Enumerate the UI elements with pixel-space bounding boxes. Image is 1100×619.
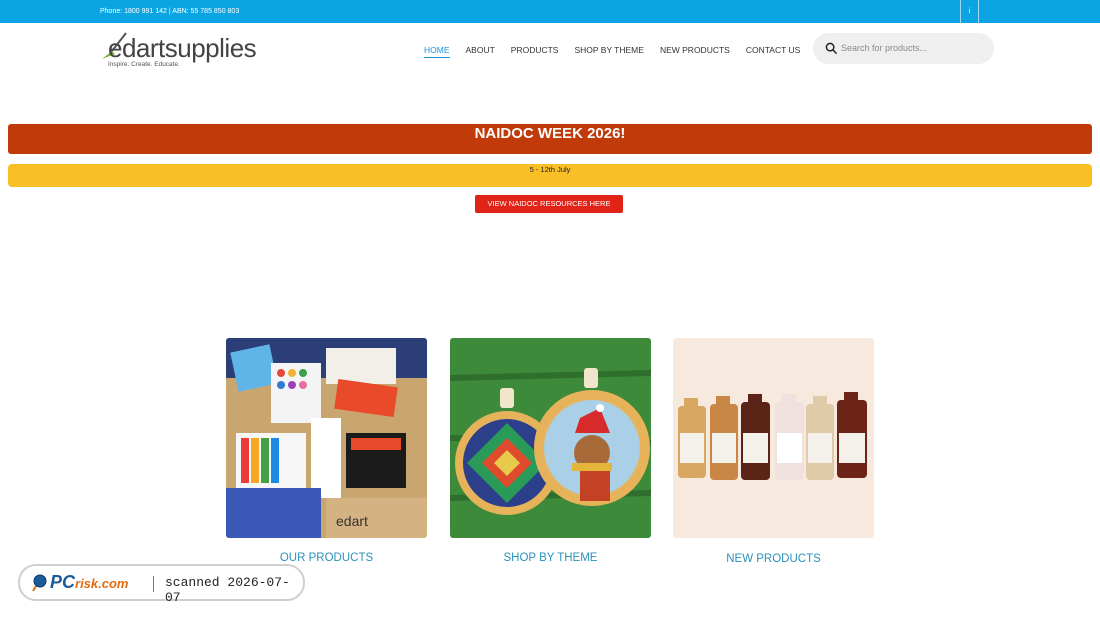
new-products-link[interactable]: NEW PRODUCTS bbox=[673, 553, 874, 565]
social-icon[interactable]: i bbox=[960, 0, 979, 23]
nav-shop-by-theme[interactable]: SHOP BY THEME bbox=[574, 45, 643, 58]
top-bar: Phone: 1800 991 142 | ABN: 55 785 850 80… bbox=[0, 0, 1100, 23]
search-box[interactable] bbox=[813, 33, 994, 64]
nav-home[interactable]: HOME bbox=[424, 45, 450, 58]
scan-date: scanned 2026-07-07 bbox=[165, 575, 290, 605]
naidoc-title-banner: NAIDOC WEEK 2026! bbox=[8, 124, 1092, 154]
contact-info: Phone: 1800 991 142 | ABN: 55 785 850 80… bbox=[100, 8, 240, 15]
search-icon[interactable] bbox=[825, 42, 838, 55]
naidoc-dates: 5 - 12th July bbox=[529, 165, 571, 174]
naidoc-dates-banner: 5 - 12th July bbox=[8, 164, 1092, 187]
shop-by-theme-image[interactable] bbox=[450, 338, 651, 538]
card-our-products[interactable]: edart OUR PRODUCTS bbox=[226, 338, 427, 564]
site-header: edartsupplies Inspire. Create. Educate. … bbox=[0, 23, 1100, 78]
pcrisk-watermark: PCrisk.com scanned 2026-07-07 bbox=[18, 564, 305, 605]
card-new-products[interactable]: NEW PRODUCTS bbox=[673, 338, 874, 565]
our-products-image[interactable]: edart bbox=[226, 338, 427, 538]
logo-tagline: Inspire. Create. Educate. bbox=[108, 61, 180, 68]
our-products-link[interactable]: OUR PRODUCTS bbox=[226, 552, 427, 564]
magnifier-icon bbox=[32, 574, 47, 592]
svg-text:edart: edart bbox=[336, 513, 368, 529]
watermark-divider bbox=[153, 576, 154, 592]
card-shop-by-theme[interactable]: SHOP BY THEME bbox=[450, 338, 651, 564]
new-products-image[interactable] bbox=[673, 338, 874, 538]
watermark-logo-risk: risk.com bbox=[75, 576, 129, 591]
view-naidoc-resources-button[interactable]: VIEW NAIDOC RESOURCES HERE bbox=[475, 195, 623, 213]
site-logo[interactable]: edartsupplies Inspire. Create. Educate. bbox=[100, 29, 257, 69]
nav-products[interactable]: PRODUCTS bbox=[511, 45, 559, 58]
watermark-logo: PCrisk.com bbox=[50, 572, 129, 593]
shop-by-theme-link[interactable]: SHOP BY THEME bbox=[450, 552, 651, 564]
watermark-logo-pc: PC bbox=[50, 572, 76, 592]
nav-about[interactable]: ABOUT bbox=[466, 45, 495, 58]
naidoc-title: NAIDOC WEEK 2026! bbox=[474, 125, 626, 142]
nav-new-products[interactable]: NEW PRODUCTS bbox=[660, 45, 730, 58]
main-nav: HOME ABOUT PRODUCTS SHOP BY THEME NEW PR… bbox=[424, 45, 816, 58]
nav-contact-us[interactable]: CONTACT US bbox=[746, 45, 800, 58]
search-input[interactable] bbox=[841, 40, 981, 56]
logo-text: edartsupplies bbox=[108, 33, 257, 63]
